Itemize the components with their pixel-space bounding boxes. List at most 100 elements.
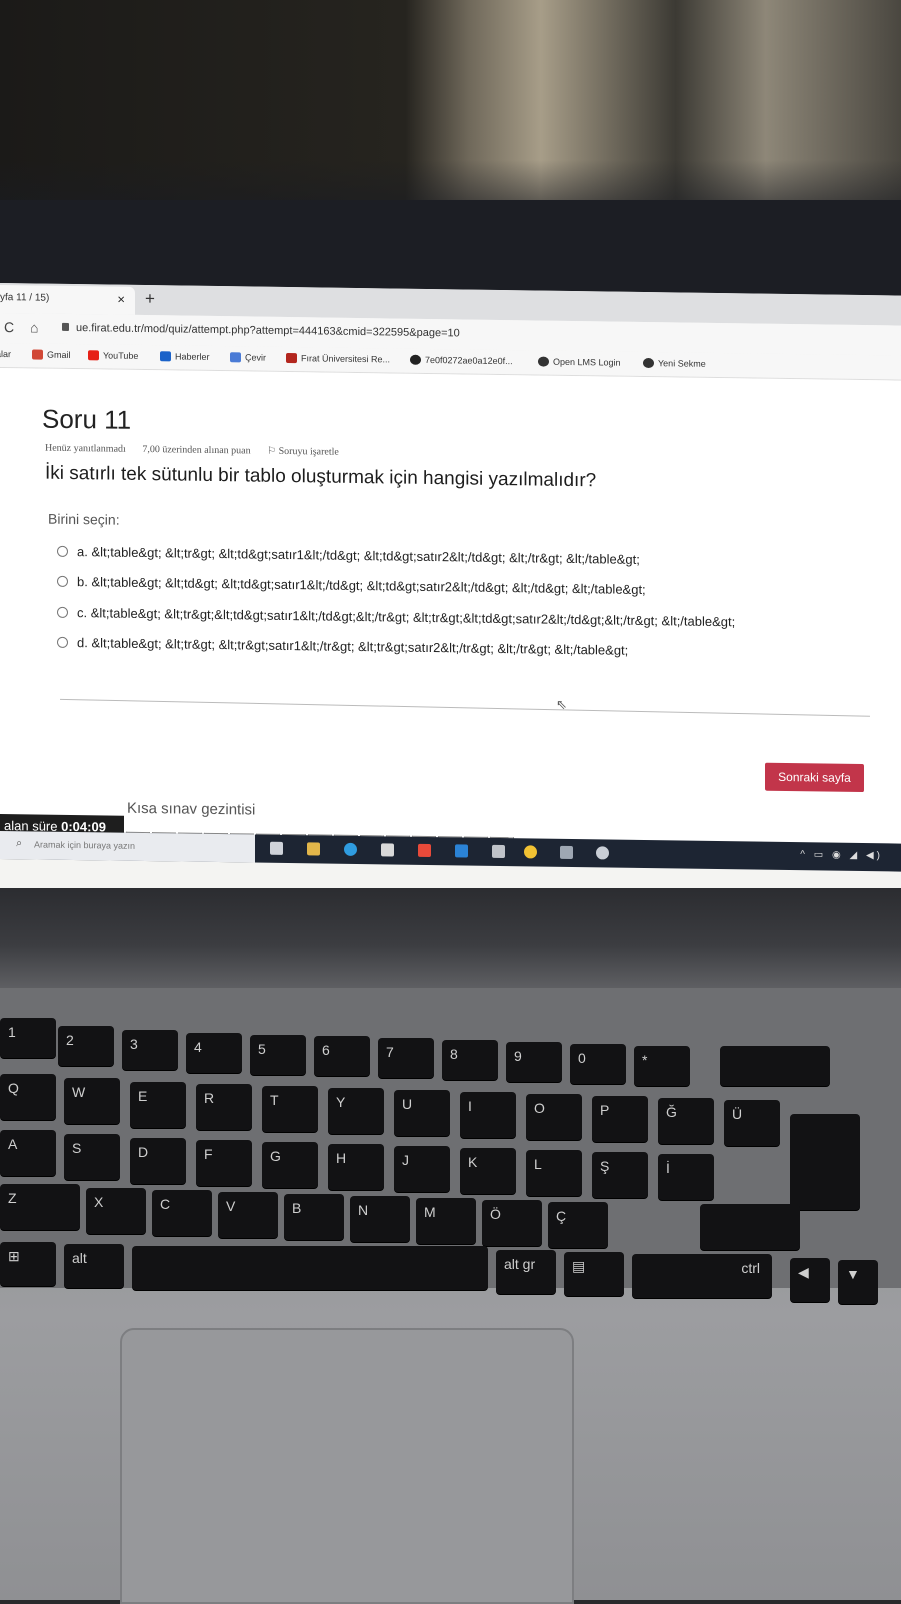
chrome-icon[interactable]	[524, 845, 537, 859]
keyboard-key: Ğ	[658, 1098, 714, 1144]
laptop-screen: yfa 11 / 15) × + C ⌂ ue.firat.edu.tr/mod…	[0, 283, 901, 901]
bookmark-item[interactable]: Çevir	[230, 352, 266, 363]
answer-option-c[interactable]: c. &lt;table&gt; &lt;tr&gt;&lt;td&gt;sat…	[57, 605, 735, 629]
keyboard-key: M	[416, 1198, 476, 1244]
question-status: Henüz yanıtlanmadı	[45, 442, 126, 455]
question-text: İki satırlı tek sütunlu bir tablo oluştu…	[45, 462, 597, 492]
keyboard-key: R	[196, 1084, 252, 1130]
menu-icon: ▤	[572, 1258, 586, 1274]
keyboard-key: N	[350, 1196, 410, 1242]
keyboard-key: Z	[0, 1184, 80, 1230]
bookmark-item[interactable]: Yeni Sekme	[643, 357, 706, 369]
nav-buttons[interactable]: C ⌂	[4, 319, 44, 336]
keyboard-key: O	[526, 1094, 582, 1140]
bookmark-item[interactable]: alar	[0, 349, 11, 359]
keyboard-key: E	[130, 1082, 186, 1128]
bookmark-item[interactable]: 7e0f0272ae0a12e0f...	[410, 354, 513, 366]
keyboard-key: L	[526, 1150, 582, 1196]
keyboard-key: S	[64, 1134, 120, 1180]
file-explorer-icon[interactable]	[307, 842, 320, 856]
github-icon	[410, 354, 421, 365]
task-view-icon[interactable]	[270, 841, 283, 855]
bookmark-item[interactable]: Haberler	[160, 351, 210, 362]
background-room	[0, 0, 901, 240]
bookmark-item[interactable]: Open LMS Login	[538, 356, 621, 368]
keyboard-key: Ö	[482, 1200, 542, 1246]
radio-button[interactable]	[57, 636, 68, 648]
taskbar-search[interactable]: ⌕ Aramak için buraya yazın	[0, 831, 255, 863]
keyboard-key: *	[634, 1046, 690, 1086]
keyboard-key: W	[64, 1078, 120, 1124]
url-field[interactable]: ue.firat.edu.tr/mod/quiz/attempt.php?att…	[76, 322, 460, 339]
mail-icon[interactable]	[455, 844, 468, 858]
keyboard-key: I	[460, 1092, 516, 1138]
app-icon[interactable]	[596, 846, 609, 860]
search-icon: ⌕	[16, 837, 23, 850]
keyboard-key: 9	[506, 1042, 562, 1082]
answer-option-d[interactable]: d. &lt;table&gt; &lt;tr&gt; &lt;tr&gt;sa…	[57, 635, 628, 658]
keyboard-key: J	[394, 1146, 450, 1192]
alt-gr-key: alt gr	[496, 1250, 556, 1294]
keyboard-key: D	[130, 1138, 186, 1184]
youtube-icon	[88, 350, 99, 361]
shift-key	[700, 1204, 800, 1250]
keyboard-key: Q	[0, 1074, 56, 1120]
new-tab-button[interactable]: +	[145, 289, 155, 309]
question-number: Soru 11	[42, 403, 132, 435]
laptop-keyboard-deck: 1 2 3 4 5 6 7 8 9 0 * Q W E R T Y U I O …	[0, 888, 901, 1604]
store-icon[interactable]	[381, 843, 394, 857]
ctrl-key: ctrl	[632, 1254, 772, 1298]
close-icon[interactable]: ×	[117, 292, 125, 307]
keyboard-key: Y	[328, 1088, 384, 1134]
office-icon[interactable]	[418, 843, 431, 858]
quiz-page: Soru 11 Henüz yanıtlanmadı 7,00 üzerinde…	[0, 368, 901, 871]
answer-option-b[interactable]: b. &lt;table&gt; &lt;td&gt; &lt;td&gt;sa…	[57, 574, 646, 597]
keyboard-key: A	[0, 1130, 56, 1176]
flag-question-link[interactable]: ⚐ Soruyu işaretle	[267, 446, 353, 458]
news-icon	[160, 351, 171, 362]
windows-key: ⊞	[0, 1242, 56, 1286]
app-icon[interactable]	[560, 845, 573, 860]
keyboard-key: İ	[658, 1154, 714, 1200]
app-icon[interactable]	[492, 844, 505, 859]
answer-option-a[interactable]: a. &lt;table&gt; &lt;tr&gt; &lt;td&gt;sa…	[57, 544, 640, 567]
edge-icon[interactable]	[344, 842, 357, 856]
alt-key: alt	[64, 1244, 124, 1288]
bookmark-item[interactable]: Fırat Üniversitesi Re...	[286, 352, 390, 364]
mouse-cursor-icon: ⇖	[556, 696, 567, 712]
keyboard-key: G	[262, 1142, 318, 1188]
keyboard-key: 3	[122, 1030, 178, 1070]
keyboard-key: K	[460, 1148, 516, 1194]
lock-icon	[62, 322, 69, 331]
keyboard-key: 1	[0, 1018, 56, 1058]
gmail-icon	[32, 349, 43, 360]
radio-button[interactable]	[57, 606, 68, 618]
bookmark-item[interactable]: YouTube	[88, 350, 138, 361]
keyboard-key: H	[328, 1144, 384, 1190]
divider	[59, 698, 870, 717]
keyboard-key: 7	[378, 1038, 434, 1078]
keyboard-key: Ç	[548, 1202, 608, 1248]
keyboard-key: P	[592, 1096, 648, 1142]
browser-tab[interactable]: yfa 11 / 15) ×	[0, 285, 135, 315]
space-key	[132, 1246, 488, 1290]
radio-button[interactable]	[57, 575, 68, 587]
enter-key	[790, 1114, 860, 1210]
arrow-left-key: ◀	[790, 1258, 830, 1302]
system-tray[interactable]: ^ ▭ ◉ ◢ ◀)	[800, 849, 883, 861]
bookmark-item[interactable]: Gmail	[32, 349, 71, 360]
globe-icon	[538, 356, 549, 367]
keyboard-key: Ş	[592, 1152, 648, 1198]
keyboard-key: 8	[442, 1040, 498, 1080]
keyboard-key: T	[262, 1086, 318, 1132]
question-points: 7,00 üzerinden alınan puan	[142, 443, 251, 457]
arrow-down-key: ▼	[838, 1260, 878, 1304]
quiz-navigation-title: Kısa sınav gezintisi	[127, 799, 256, 819]
tab-title: yfa 11 / 15)	[0, 292, 50, 304]
keyboard-key: U	[394, 1090, 450, 1136]
radio-button[interactable]	[57, 545, 68, 557]
keyboard-key: 2	[58, 1026, 114, 1066]
keyboard-key: 4	[186, 1033, 242, 1073]
keyboard-key: C	[152, 1190, 212, 1236]
next-page-button[interactable]: Sonraki sayfa	[765, 762, 864, 793]
